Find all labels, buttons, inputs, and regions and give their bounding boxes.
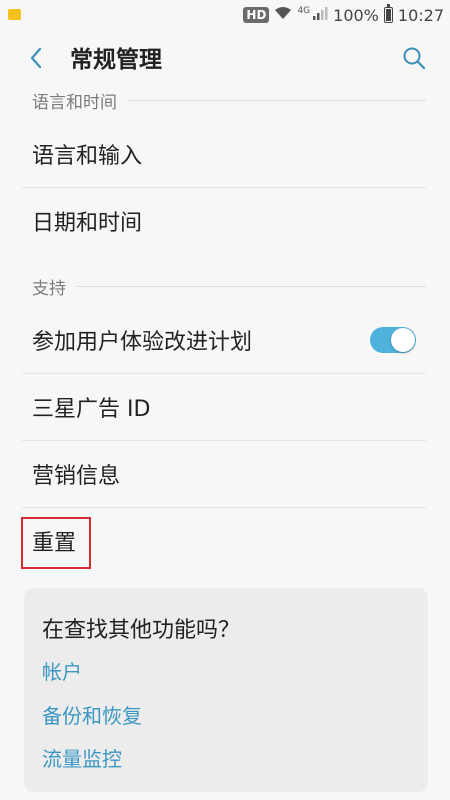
search-icon <box>402 46 426 74</box>
notification-icon <box>8 9 21 20</box>
status-icons: HD 4G 100% 10:27 <box>243 4 444 26</box>
highlight-box <box>21 517 91 569</box>
search-button[interactable] <box>396 42 432 78</box>
link-backup-restore[interactable]: 备份和恢复 <box>42 700 142 729</box>
app-bar: 常规管理 <box>0 30 450 90</box>
suggestion-card-title: 在查找其他功能吗？ <box>42 618 241 643</box>
clock: 10:27 <box>397 5 444 25</box>
page-title: 常规管理 <box>70 47 162 73</box>
list-item-label: 三星广告 ID <box>32 397 151 422</box>
section-divider <box>127 99 426 101</box>
section-divider <box>76 285 426 287</box>
signal-icon <box>312 5 328 25</box>
status-bar: HD 4G 100% 10:27 <box>0 0 450 30</box>
list-item-language-input[interactable]: 语言和输入 <box>0 121 450 187</box>
toggle-knob <box>391 328 415 352</box>
section-header-language-time: 语言和时间 <box>32 88 426 113</box>
hd-badge: HD <box>243 7 270 23</box>
back-button[interactable] <box>18 42 54 78</box>
wifi-icon <box>274 5 292 25</box>
section-header-support: 支持 <box>32 274 426 299</box>
list-item-samsung-ad-id[interactable]: 三星广告 ID <box>0 374 450 440</box>
list-item-label: 参加用户体验改进计划 <box>32 330 253 355</box>
suggestion-card: 在查找其他功能吗？ 帐户 备份和恢复 流量监控 <box>24 588 428 792</box>
link-accounts[interactable]: 帐户 <box>42 656 82 685</box>
network-type-label: 4G <box>297 6 311 16</box>
link-data-usage[interactable]: 流量监控 <box>42 743 122 772</box>
chevron-left-icon <box>28 46 44 74</box>
list-item-marketing-info[interactable]: 营销信息 <box>0 441 450 507</box>
list-item-date-time[interactable]: 日期和时间 <box>0 188 450 254</box>
section-header-label: 语言和时间 <box>32 92 117 113</box>
list-item-label: 日期和时间 <box>32 211 143 236</box>
settings-content[interactable]: 语言和时间 语言和输入 日期和时间 支持 参加用户体验改进计划 三星广告 ID … <box>0 90 450 800</box>
list-item-label: 营销信息 <box>32 464 121 489</box>
battery-percent: 100% <box>333 5 379 25</box>
list-item-ux-program[interactable]: 参加用户体验改进计划 <box>0 307 450 373</box>
battery-icon <box>383 4 393 23</box>
list-item-label: 语言和输入 <box>32 144 143 169</box>
ux-program-toggle[interactable] <box>370 327 416 353</box>
section-header-label: 支持 <box>32 278 66 299</box>
